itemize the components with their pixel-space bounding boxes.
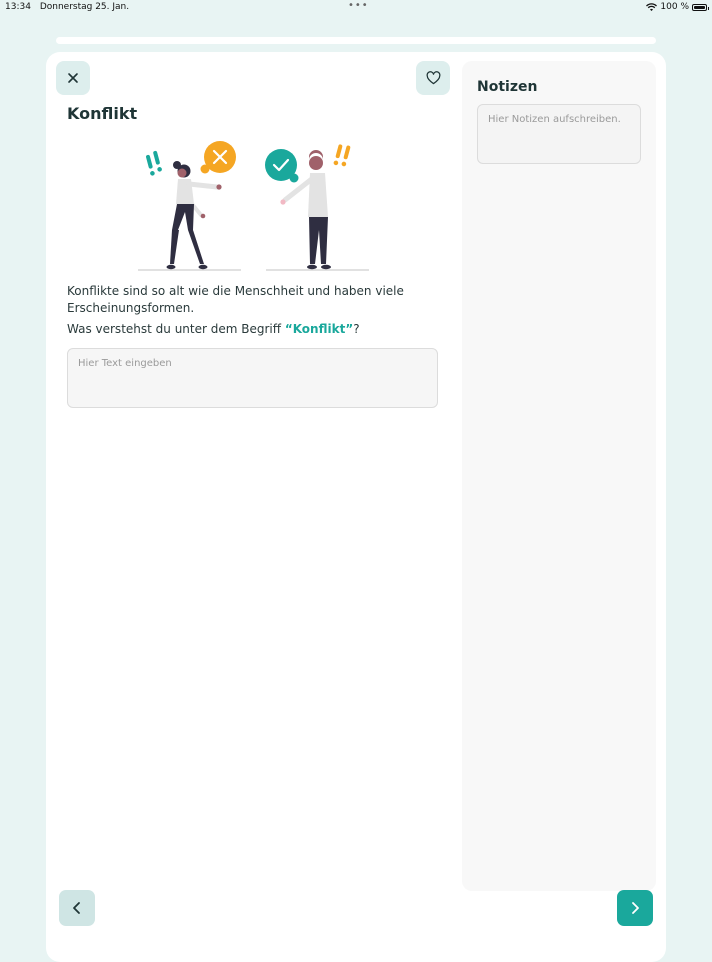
multitasking-dots-icon[interactable]: ••• bbox=[348, 0, 369, 11]
lesson-progress-bar bbox=[56, 37, 656, 44]
status-time: 13:34 bbox=[5, 2, 31, 12]
next-button[interactable] bbox=[617, 890, 653, 926]
question-prefix: Was verstehst du unter dem Begriff bbox=[67, 322, 285, 336]
close-button[interactable] bbox=[56, 61, 90, 95]
battery-level bbox=[694, 5, 705, 9]
cross-bubble-icon bbox=[200, 141, 236, 174]
answer-input[interactable] bbox=[67, 348, 438, 408]
favorite-button[interactable] bbox=[416, 61, 450, 95]
status-right: 100 % bbox=[646, 2, 709, 12]
heart-icon bbox=[426, 71, 440, 85]
conflict-illustration bbox=[138, 141, 369, 271]
lesson-progress-fill bbox=[56, 37, 656, 44]
lesson-question: Was verstehst du unter dem Begriff “Konf… bbox=[67, 322, 360, 336]
lesson-title: Konflikt bbox=[67, 104, 138, 123]
exclamation-icon-right bbox=[333, 144, 351, 167]
notes-panel bbox=[462, 61, 656, 891]
chevron-left-icon bbox=[73, 902, 80, 914]
battery-percent: 100 % bbox=[660, 2, 689, 12]
woman-figure bbox=[166, 161, 222, 270]
status-left: 13:34 Donnerstag 25. Jan. bbox=[5, 2, 129, 12]
lesson-intro-text: Konflikte sind so alt wie die Menschheit… bbox=[67, 284, 404, 315]
exclamation-icon-left bbox=[146, 150, 162, 176]
status-date: Donnerstag 25. Jan. bbox=[39, 2, 130, 12]
notes-input[interactable] bbox=[477, 104, 641, 164]
chevron-right-icon bbox=[632, 902, 639, 914]
notes-title: Notizen bbox=[477, 79, 538, 95]
battery-icon bbox=[692, 3, 709, 11]
question-keyword: “Konflikt” bbox=[284, 322, 354, 336]
question-suffix: ? bbox=[353, 322, 360, 336]
status-bar: 13:34 Donnerstag 25. Jan. ••• 100 % bbox=[0, 0, 712, 14]
wifi-icon bbox=[646, 2, 658, 11]
back-button[interactable] bbox=[59, 890, 95, 926]
check-bubble-icon bbox=[265, 149, 299, 183]
close-icon bbox=[68, 73, 78, 83]
